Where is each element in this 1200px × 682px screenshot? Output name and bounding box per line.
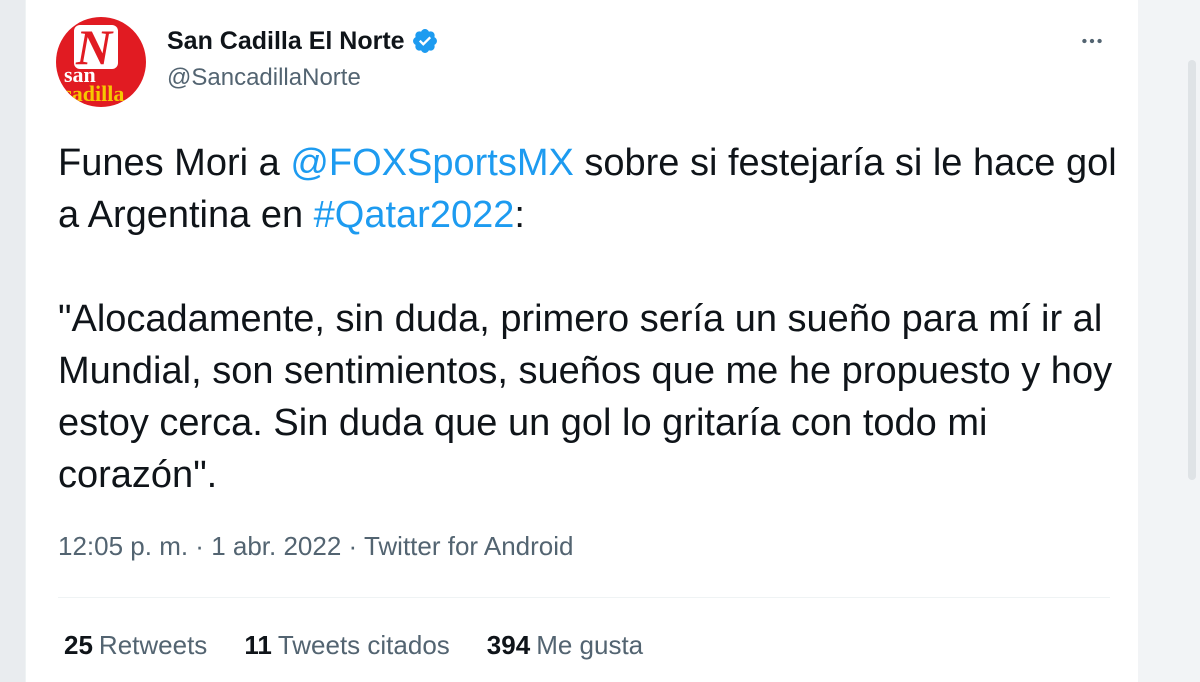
likes-count: 394 [486, 630, 531, 660]
tweet-text: Funes Mori a @FOXSportsMX sobre si feste… [58, 137, 1118, 501]
mention-link[interactable]: @FOXSportsMX [290, 142, 574, 184]
tweet-date[interactable]: 1 abr. 2022 [211, 531, 341, 561]
quote-tweets-stat[interactable]: 11 Tweets citados [244, 630, 449, 661]
retweets-count: 25 [64, 630, 93, 660]
account-handle[interactable]: @SancadillaNorte [167, 64, 361, 92]
more-options-icon[interactable] [1076, 25, 1108, 57]
verified-badge-icon [411, 27, 439, 55]
right-panel-edge [1138, 0, 1200, 682]
tweet-time[interactable]: 12:05 p. m. [58, 531, 188, 561]
quote-tweets-count: 11 [244, 630, 272, 660]
tweet-quote: "Alocadamente, sin duda, primero sería u… [58, 298, 1113, 496]
scrollbar[interactable] [1188, 60, 1196, 480]
tweet-text-prefix: Funes Mori a [58, 142, 291, 184]
hashtag-link[interactable]: #Qatar2022 [314, 194, 515, 236]
tweet-card: N san cadilla San Cadilla El Norte @Sanc… [25, 0, 1139, 682]
retweets-stat[interactable]: 25 Retweets [64, 630, 207, 661]
divider [58, 597, 1110, 598]
tweet-stats: 25 Retweets 11 Tweets citados 394 Me gusta [64, 630, 680, 661]
likes-label: Me gusta [536, 630, 644, 660]
tweet-meta: 12:05 p. m. · 1 abr. 2022 · Twitter for … [58, 531, 574, 562]
retweets-label: Retweets [98, 630, 208, 660]
likes-stat[interactable]: 394 Me gusta [487, 630, 643, 661]
tweet-source[interactable]: Twitter for Android [364, 531, 574, 561]
avatar[interactable]: N san cadilla [56, 17, 146, 107]
meta-separator: · [188, 531, 212, 561]
tweet-text-suffix: : [514, 194, 525, 236]
quote-tweets-label: Tweets citados [277, 630, 450, 660]
meta-separator: · [341, 531, 364, 561]
avatar-logo-word-bottom: cadilla [62, 81, 125, 106]
display-name[interactable]: San Cadilla El Norte [167, 27, 405, 56]
account-name-row[interactable]: San Cadilla El Norte [167, 26, 439, 56]
tweet-text-paragraph-1: Funes Mori a @FOXSportsMX sobre si feste… [58, 137, 1118, 241]
